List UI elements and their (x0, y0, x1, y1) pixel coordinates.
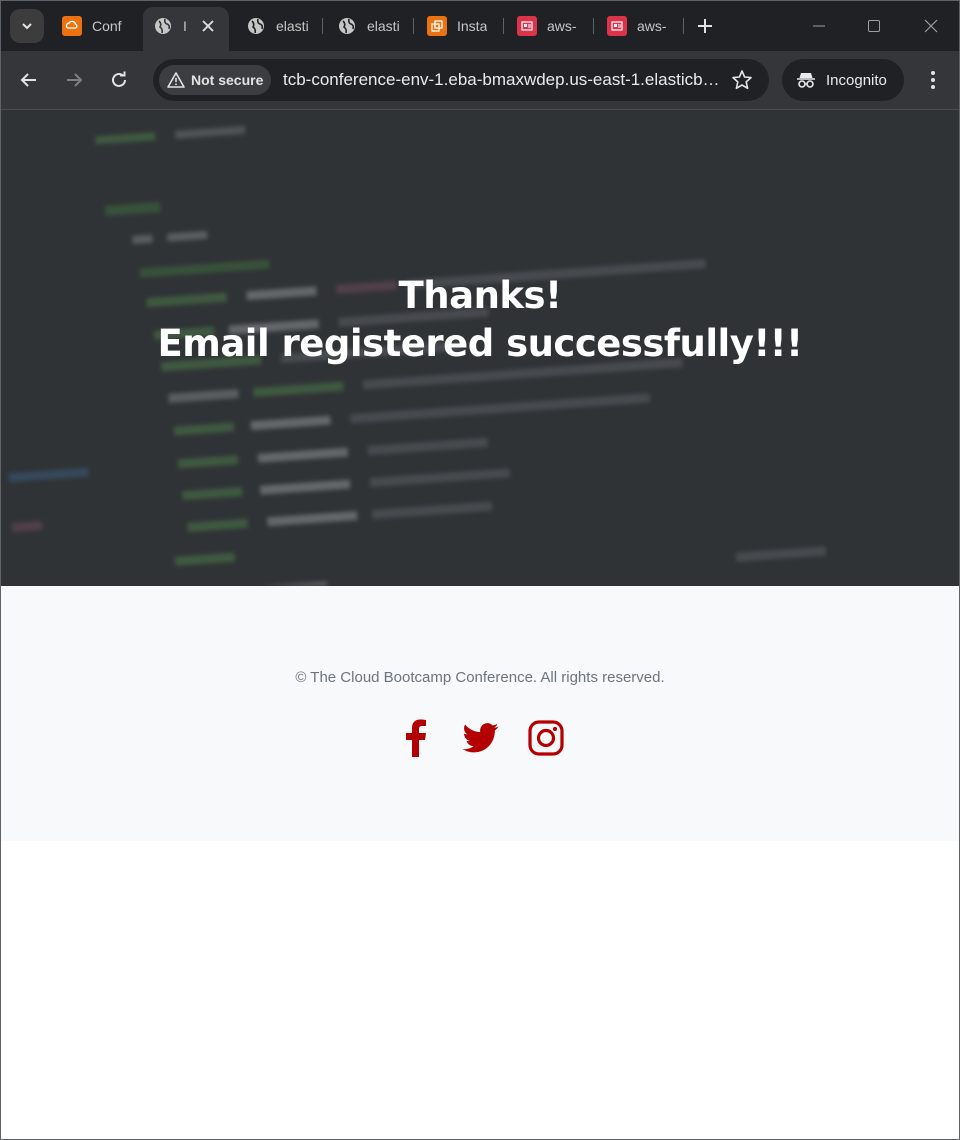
tab-separator (683, 18, 684, 34)
more-vertical-icon (931, 71, 935, 89)
browser-menu-button[interactable] (919, 65, 947, 95)
facebook-link[interactable] (394, 716, 438, 760)
back-arrow-icon (20, 73, 36, 87)
instagram-link[interactable] (524, 716, 568, 760)
red-aws-icon (607, 16, 627, 36)
incognito-indicator[interactable]: Incognito (782, 59, 904, 101)
globe-icon (337, 16, 357, 36)
copyright-text: © The Cloud Bootcamp Conference. All rig… (295, 669, 665, 686)
forward-arrow-icon (67, 73, 83, 87)
minimize-button[interactable] (806, 13, 832, 39)
tab-separator (322, 18, 323, 34)
red-aws-icon (517, 16, 537, 36)
incognito-label: Incognito (826, 71, 887, 89)
reload-icon (112, 71, 126, 87)
minimize-icon (813, 25, 825, 27)
globe-icon (153, 16, 173, 36)
orange-cloud-icon (62, 16, 82, 36)
tab-label: I (183, 18, 187, 34)
tab-label: elasti (276, 18, 308, 34)
success-heading: Email registered successfully!!! (157, 322, 803, 365)
page-footer: © The Cloud Bootcamp Conference. All rig… (1, 586, 959, 841)
site-security-chip[interactable]: Not secure (159, 65, 271, 95)
incognito-icon (796, 71, 816, 89)
browser-window: Conf I elasti elasti Insta aws- aws- Not… (0, 0, 960, 1140)
hero-section: Thanks! Email registered successfully!!! (1, 110, 959, 586)
tab-separator (593, 18, 594, 34)
maximize-icon (868, 20, 880, 32)
tab-strip: Conf I elasti elasti Insta aws- aws- (1, 1, 959, 51)
tab-label: Conf (92, 18, 122, 34)
address-bar[interactable]: Not secure tcb-conference-env-1.eba-bmax… (153, 59, 769, 101)
thanks-heading: Thanks! (398, 274, 562, 317)
tab-search-button[interactable] (10, 9, 44, 43)
close-icon (924, 19, 938, 33)
browser-toolbar: Not secure tcb-conference-env-1.eba-bmax… (1, 51, 959, 110)
tab-current[interactable]: I (153, 9, 193, 43)
tab-close-button[interactable] (197, 15, 219, 37)
twitter-icon (463, 723, 499, 753)
confirmation-message: Thanks! Email registered successfully!!! (1, 272, 959, 368)
orange-instances-icon (427, 16, 447, 36)
tab-label: elasti (367, 18, 399, 34)
security-label: Not secure (191, 72, 264, 88)
forward-button[interactable] (59, 65, 89, 95)
facebook-icon (406, 719, 426, 757)
tab-label: aws- (547, 18, 577, 34)
tab-aws-2[interactable]: aws- (607, 9, 669, 43)
plus-icon (698, 19, 712, 33)
tab-separator (413, 18, 414, 34)
warning-icon (167, 72, 185, 88)
twitter-link[interactable] (459, 716, 503, 760)
tab-separator (503, 18, 504, 34)
tab-elastic-2[interactable]: elasti (337, 9, 399, 43)
new-tab-button[interactable] (691, 11, 719, 41)
maximize-button[interactable] (861, 13, 887, 39)
reload-button[interactable] (104, 65, 134, 95)
chevron-down-icon (22, 23, 32, 30)
tab-instances[interactable]: Insta (427, 9, 489, 43)
url-text[interactable]: tcb-conference-env-1.eba-bmaxwdep.us-eas… (283, 70, 723, 90)
globe-icon (246, 16, 266, 36)
close-window-button[interactable] (918, 13, 944, 39)
tab-label: Insta (457, 18, 488, 34)
back-button[interactable] (14, 65, 44, 95)
tab-elastic-1[interactable]: elasti (246, 9, 308, 43)
instagram-icon (528, 720, 564, 756)
close-icon (202, 20, 214, 32)
tab-conference[interactable]: Conf (62, 9, 126, 43)
bookmark-star-icon[interactable] (731, 69, 753, 91)
tab-label: aws- (637, 18, 667, 34)
tab-aws-1[interactable]: aws- (517, 9, 579, 43)
